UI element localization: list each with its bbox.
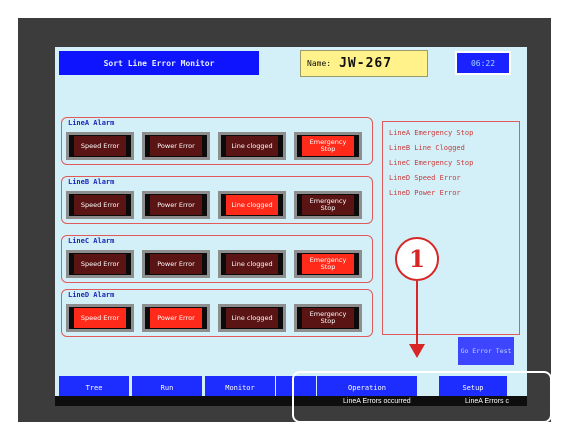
name-display: Name: JW-267 (300, 50, 428, 77)
group-label: LineD Alarm (68, 291, 115, 299)
alarm-button-label: Speed Error (74, 254, 126, 274)
group-label: LineC Alarm (68, 237, 115, 245)
nav-operation-button[interactable]: Operation (317, 376, 417, 396)
alarm-button[interactable]: Line clogged (218, 250, 286, 278)
alarm-button[interactable]: Emergency Stop (294, 191, 362, 219)
name-label: Name: (307, 59, 332, 68)
nav-run-button[interactable]: Run (132, 376, 202, 396)
alarm-button[interactable]: Speed Error (66, 132, 134, 160)
alarm-button-label: Power Error (150, 254, 202, 274)
alarm-list-item: LineD Power Error (389, 189, 461, 197)
bottom-nav-bar: Tree Run Monitor Operation Setup (55, 376, 527, 396)
group-label: LineA Alarm (68, 119, 115, 127)
screen-title: Sort Line Error Monitor (59, 51, 259, 75)
line-c-alarm-group: LineC Alarm Speed Error Power Error Line… (61, 235, 373, 283)
nav-divider (276, 376, 316, 396)
alarm-button-label: Speed Error (74, 136, 126, 156)
alarm-list-item: LineC Emergency Stop (389, 159, 474, 167)
nav-tree-button[interactable]: Tree (59, 376, 129, 396)
alarm-button[interactable]: Power Error (142, 250, 210, 278)
status-message: LineA Errors occurred (343, 397, 411, 405)
status-bar: LineA Errors occurred LineA Errors c (55, 396, 527, 406)
alarm-button[interactable]: Power Error (142, 304, 210, 332)
alarm-list: LineA Emergency Stop LineB Line Clogged … (382, 121, 520, 335)
name-value: JW-267 (339, 56, 393, 71)
alarm-list-item: LineA Emergency Stop (389, 129, 474, 137)
alarm-button-label: Power Error (150, 136, 202, 156)
header: Sort Line Error Monitor Name: JW-267 06:… (55, 47, 527, 83)
alarm-button-label: Power Error (150, 308, 202, 328)
alarm-button-label: Line clogged (226, 254, 278, 274)
callout-number: 1 (395, 237, 439, 281)
alarm-button[interactable]: Line clogged (218, 132, 286, 160)
alarm-list-item: LineD Speed Error (389, 174, 461, 182)
alarm-button[interactable]: Speed Error (66, 304, 134, 332)
alarm-button[interactable]: Emergency Stop (294, 304, 362, 332)
group-label: LineB Alarm (68, 178, 115, 186)
alarm-button[interactable]: Power Error (142, 191, 210, 219)
clock-display: 06:22 (455, 51, 511, 75)
line-a-alarm-group: LineA Alarm Speed Error Power Error Line… (61, 117, 373, 165)
alarm-button[interactable]: Speed Error (66, 191, 134, 219)
alarm-button-label: Power Error (150, 195, 202, 215)
alarm-button-label: Line clogged (226, 308, 278, 328)
alarm-button-label: Speed Error (74, 195, 126, 215)
alarm-button[interactable]: Speed Error (66, 250, 134, 278)
alarm-button-label: Line clogged (226, 195, 278, 215)
alarm-button[interactable]: Power Error (142, 132, 210, 160)
alarm-button-label: Emergency Stop (302, 136, 354, 156)
hmi-screen: Sort Line Error Monitor Name: JW-267 06:… (55, 47, 527, 406)
alarm-button-label: Line clogged (226, 136, 278, 156)
alarm-button-label: Speed Error (74, 308, 126, 328)
callout-arrow-head-icon (409, 344, 425, 358)
alarm-button-label: Emergency Stop (302, 254, 354, 274)
error-test-button[interactable]: Go Error Test (458, 337, 514, 365)
line-d-alarm-group: LineD Alarm Speed Error Power Error Line… (61, 289, 373, 337)
alarm-button[interactable]: Emergency Stop (294, 132, 362, 160)
alarm-button[interactable]: Emergency Stop (294, 250, 362, 278)
callout-arrow-line (416, 281, 418, 345)
status-message: LineA Errors c (465, 397, 509, 405)
alarm-button-label: Emergency Stop (302, 195, 354, 215)
nav-setup-button[interactable]: Setup (439, 376, 507, 396)
alarm-button[interactable]: Line clogged (218, 304, 286, 332)
line-b-alarm-group: LineB Alarm Speed Error Power Error Line… (61, 176, 373, 224)
alarm-list-item: LineB Line Clogged (389, 144, 465, 152)
nav-monitor-button[interactable]: Monitor (205, 376, 275, 396)
alarm-button-label: Emergency Stop (302, 308, 354, 328)
alarm-button[interactable]: Line clogged (218, 191, 286, 219)
